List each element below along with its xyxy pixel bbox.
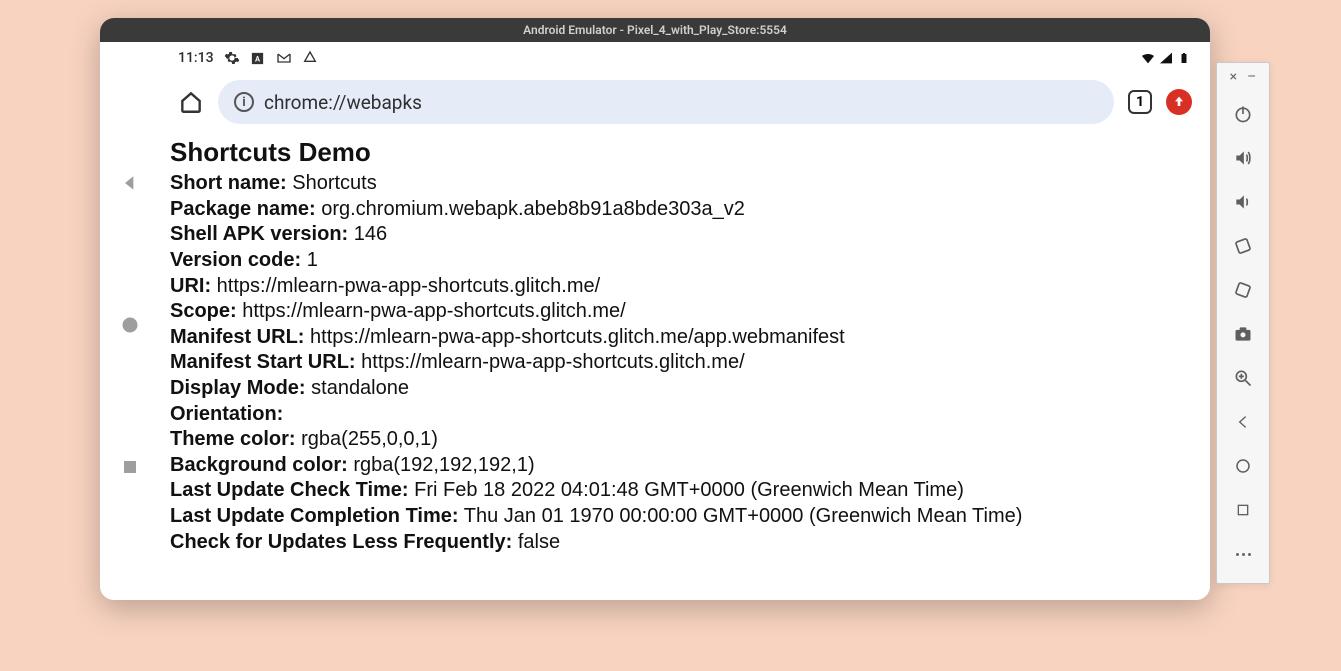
battery-icon: [1176, 50, 1192, 66]
info-value: 1: [301, 249, 318, 271]
info-row: Short name: Shortcuts: [170, 171, 1200, 197]
tab-switcher-button[interactable]: 1: [1128, 90, 1152, 114]
info-label: Shell APK version:: [170, 223, 348, 245]
info-value: 146: [348, 223, 387, 245]
panel-home-button[interactable]: [1232, 455, 1254, 477]
rotate-left-button[interactable]: [1232, 235, 1254, 257]
info-row: Background color: rgba(192,192,192,1): [170, 453, 1200, 479]
info-row: Scope: https://mlearn-pwa-app-shortcuts.…: [170, 299, 1200, 325]
info-value: https://mlearn-pwa-app-shortcuts.glitch.…: [304, 326, 844, 348]
chrome-home-icon[interactable]: [178, 89, 204, 115]
info-row: Theme color: rgba(255,0,0,1): [170, 427, 1200, 453]
info-row: Check for Updates Less Frequently: false: [170, 530, 1200, 556]
info-value: rgba(255,0,0,1): [296, 428, 438, 450]
gmail-icon: [276, 50, 292, 66]
emulator-side-panel: × –: [1216, 62, 1270, 584]
info-label: Manifest URL:: [170, 326, 304, 348]
info-label: Theme color:: [170, 428, 296, 450]
info-value: false: [512, 531, 560, 553]
wifi-icon: [1140, 50, 1156, 66]
info-row: Last Update Check Time: Fri Feb 18 2022 …: [170, 478, 1200, 504]
url-text: chrome://webapks: [264, 91, 422, 114]
info-value: Shortcuts: [287, 172, 377, 194]
emulator-body: 11:13 A: [100, 42, 1210, 600]
app-icon-a: A: [250, 50, 266, 66]
info-row: Last Update Completion Time: Thu Jan 01 …: [170, 504, 1200, 530]
page-content: Shortcuts Demo Short name: ShortcutsPack…: [160, 130, 1210, 600]
window-title: Android Emulator - Pixel_4_with_Play_Sto…: [523, 23, 787, 37]
info-label: Display Mode:: [170, 377, 306, 399]
power-button[interactable]: [1232, 103, 1254, 125]
url-bar[interactable]: i chrome://webapks: [218, 80, 1114, 124]
info-label: Last Update Check Time:: [170, 479, 409, 501]
info-value: https://mlearn-pwa-app-shortcuts.glitch.…: [211, 275, 600, 297]
info-value: https://mlearn-pwa-app-shortcuts.glitch.…: [237, 300, 626, 322]
back-button[interactable]: [119, 172, 141, 194]
info-value: org.chromium.webapk.abeb8b91a8bde303a_v2: [316, 198, 745, 220]
android-nav-rail: [100, 42, 160, 600]
drive-icon: [302, 50, 318, 66]
info-row: Orientation:: [170, 402, 1200, 428]
info-label: Short name:: [170, 172, 287, 194]
panel-minimize-icon[interactable]: –: [1247, 69, 1256, 85]
info-row: Version code: 1: [170, 248, 1200, 274]
info-label: URI:: [170, 275, 211, 297]
signal-icon: [1158, 50, 1174, 66]
zoom-button[interactable]: [1232, 367, 1254, 389]
status-time: 11:13: [178, 50, 214, 66]
emulator-window: Android Emulator - Pixel_4_with_Play_Sto…: [100, 18, 1210, 600]
device-screen: 11:13 A: [160, 42, 1210, 600]
info-row: Manifest URL: https://mlearn-pwa-app-sho…: [170, 325, 1200, 351]
info-label: Orientation:: [170, 403, 283, 425]
tab-count: 1: [1136, 94, 1144, 110]
chrome-toolbar: i chrome://webapks 1: [160, 74, 1210, 130]
info-label: Last Update Completion Time:: [170, 505, 459, 527]
volume-up-button[interactable]: [1232, 147, 1254, 169]
info-row: Package name: org.chromium.webapk.abeb8b…: [170, 197, 1200, 223]
info-label: Version code:: [170, 249, 301, 271]
update-chrome-icon[interactable]: [1166, 89, 1192, 115]
panel-back-button[interactable]: [1232, 411, 1254, 433]
gear-icon: [224, 50, 240, 66]
info-label: Check for Updates Less Frequently:: [170, 531, 512, 553]
info-row: URI: https://mlearn-pwa-app-shortcuts.gl…: [170, 274, 1200, 300]
home-button[interactable]: [119, 314, 141, 336]
more-options-button[interactable]: [1232, 543, 1254, 565]
page-title: Shortcuts Demo: [170, 136, 1200, 169]
info-label: Package name:: [170, 198, 316, 220]
android-status-bar: 11:13 A: [160, 42, 1210, 74]
rotate-right-button[interactable]: [1232, 279, 1254, 301]
overview-button[interactable]: [119, 456, 141, 478]
info-value: Fri Feb 18 2022 04:01:48 GMT+0000 (Green…: [409, 479, 964, 501]
info-value: rgba(192,192,192,1): [348, 454, 535, 476]
volume-down-button[interactable]: [1232, 191, 1254, 213]
panel-close-icon[interactable]: ×: [1230, 69, 1237, 85]
info-row: Shell APK version: 146: [170, 222, 1200, 248]
window-titlebar: Android Emulator - Pixel_4_with_Play_Sto…: [100, 18, 1210, 42]
info-value: Thu Jan 01 1970 00:00:00 GMT+0000 (Green…: [459, 505, 1023, 527]
info-value: standalone: [306, 377, 409, 399]
screenshot-button[interactable]: [1232, 323, 1254, 345]
info-label: Manifest Start URL:: [170, 351, 356, 373]
site-info-icon[interactable]: i: [234, 92, 254, 112]
info-value: https://mlearn-pwa-app-shortcuts.glitch.…: [356, 351, 745, 373]
panel-overview-button[interactable]: [1232, 499, 1254, 521]
info-label: Scope:: [170, 300, 237, 322]
info-label: Background color:: [170, 454, 348, 476]
info-row: Display Mode: standalone: [170, 376, 1200, 402]
info-row: Manifest Start URL: https://mlearn-pwa-a…: [170, 350, 1200, 376]
